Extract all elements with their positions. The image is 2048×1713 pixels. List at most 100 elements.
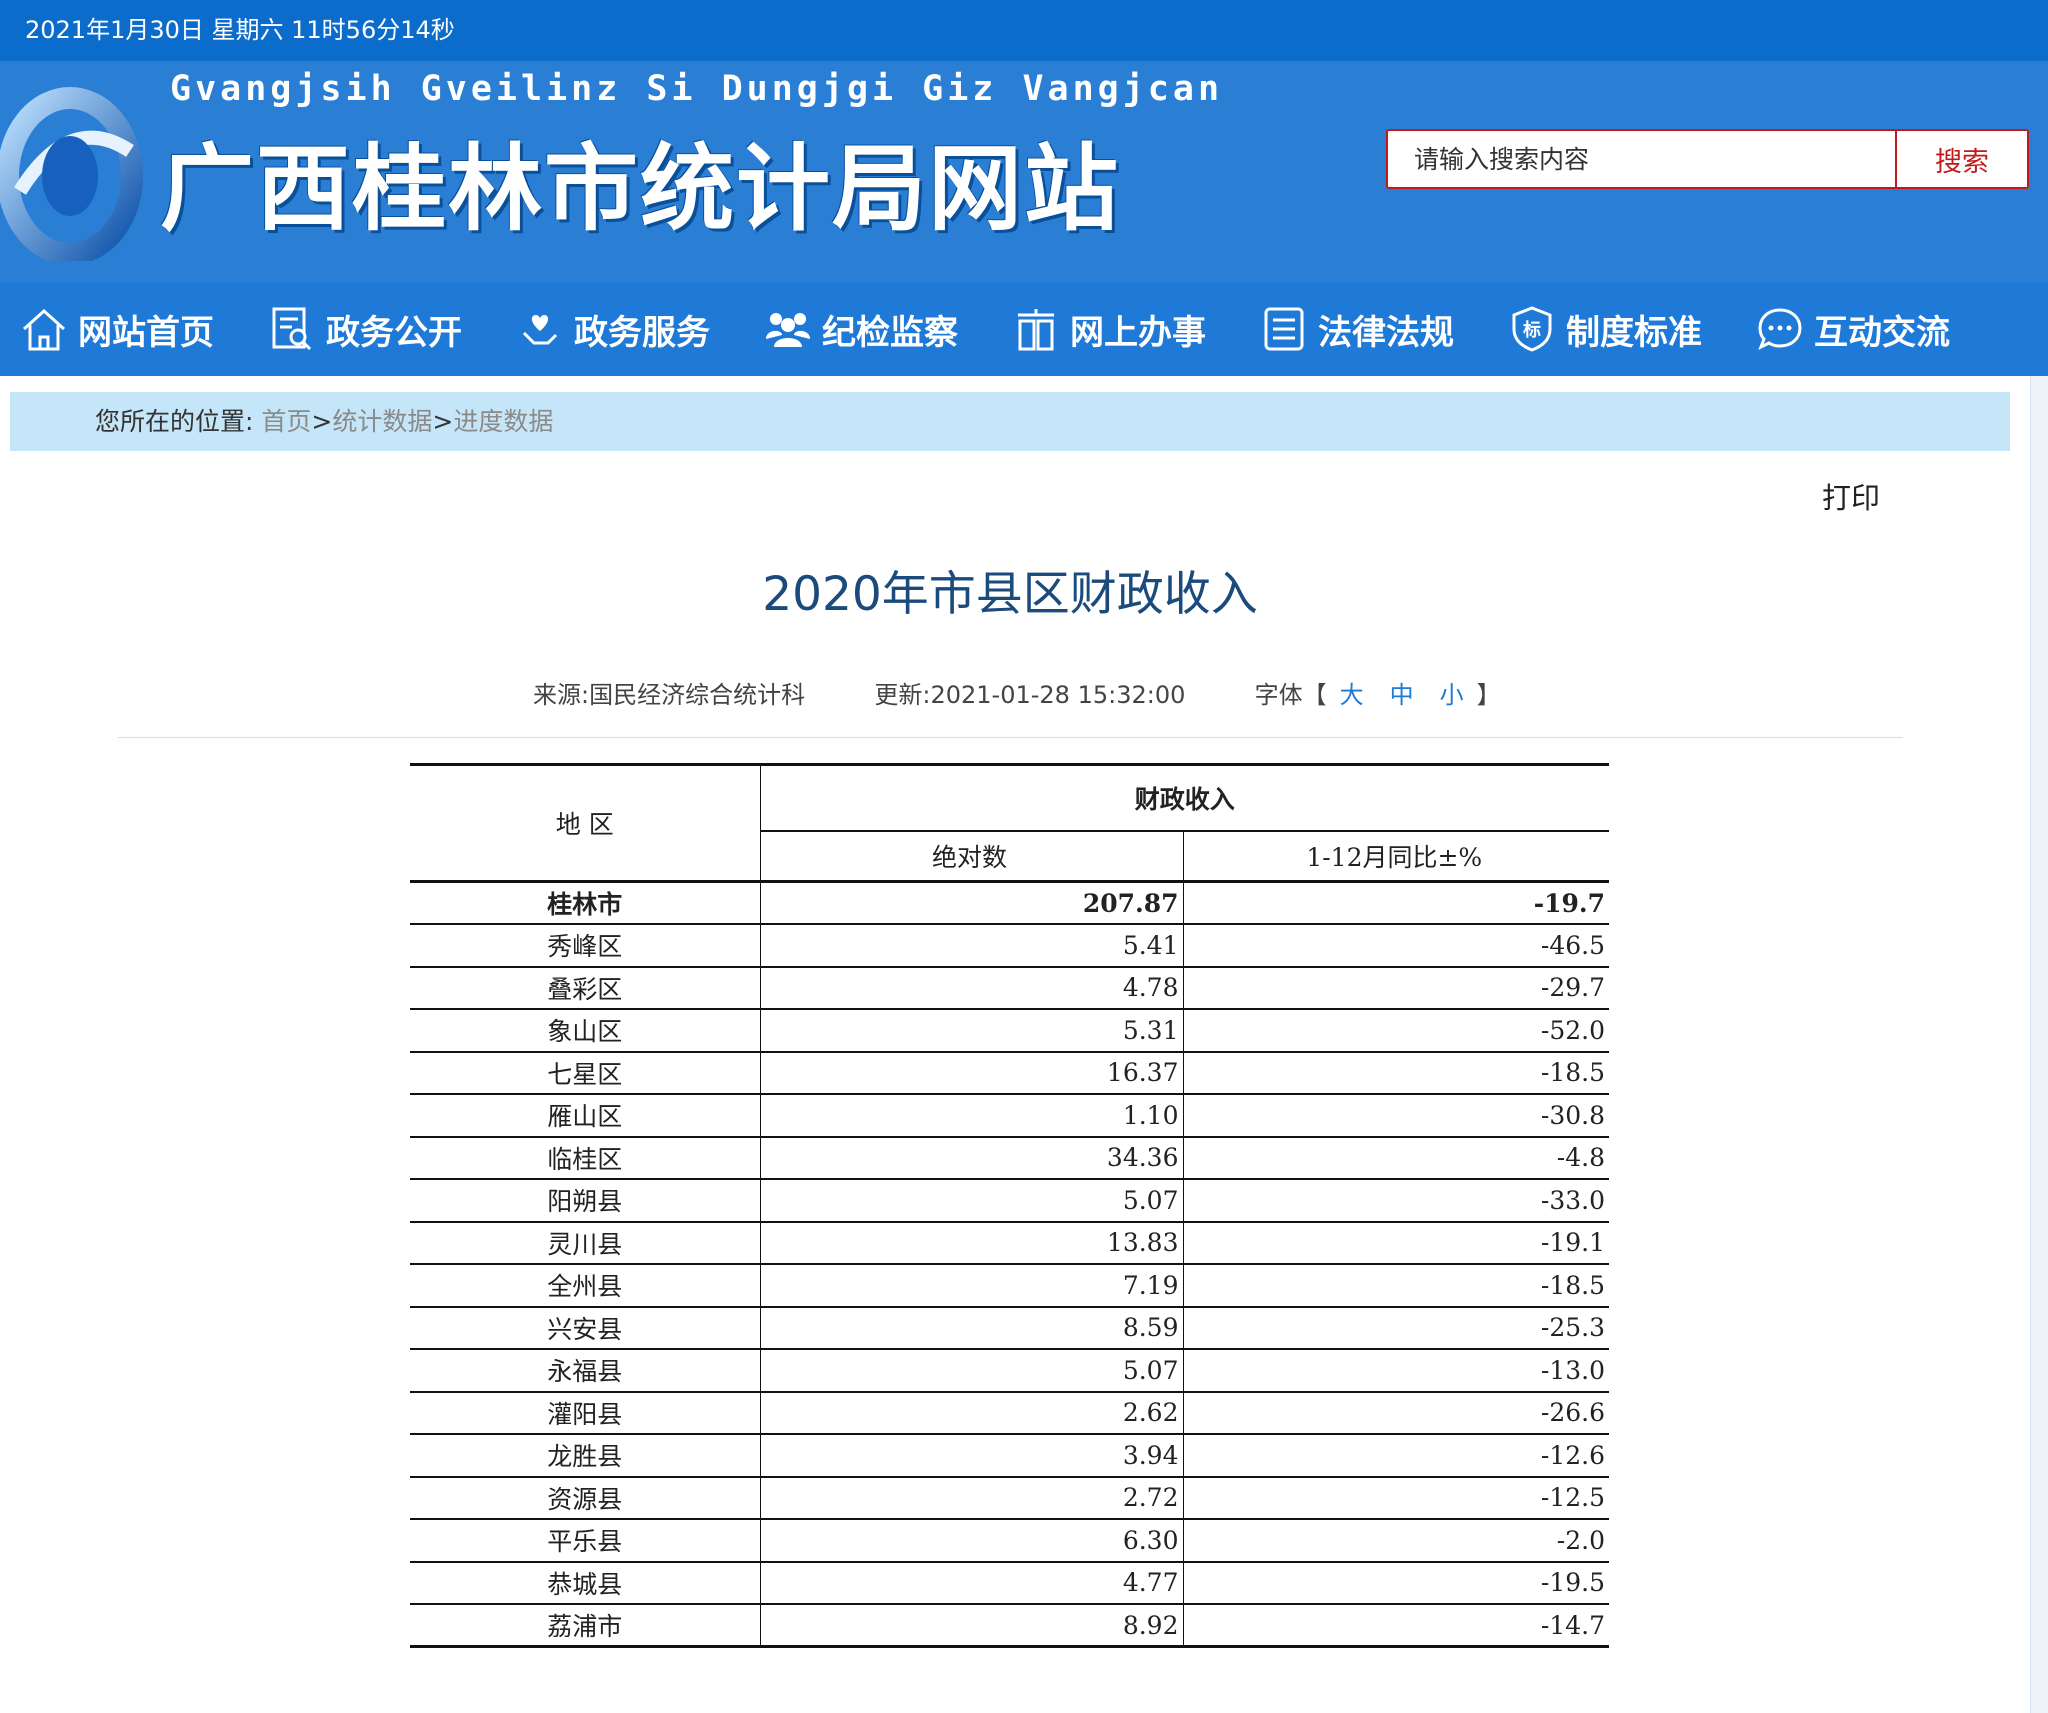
absolute-value-cell: 8.59: [760, 1305, 1184, 1349]
absolute-value-cell: 5.07: [760, 1348, 1184, 1392]
search-button[interactable]: 搜索: [1895, 131, 2027, 187]
hand-heart-icon: [514, 303, 566, 355]
table-row: 全州县 7.19 -18.5: [410, 1263, 1609, 1307]
region-cell: 资源县: [410, 1475, 761, 1519]
region-cell: 秀峰区: [410, 923, 761, 967]
nav-item-laws-regulations[interactable]: 法律法规: [1258, 282, 1454, 376]
people-icon: [762, 303, 814, 355]
site-logo-icon[interactable]: [0, 81, 150, 265]
region-cell: 七星区: [410, 1050, 761, 1094]
table-row: 雁山区 1.10 -30.8: [410, 1093, 1609, 1137]
absolute-value-cell: 5.31: [760, 1008, 1184, 1052]
yoy-change-cell: -33.0: [1183, 1178, 1609, 1222]
region-cell: 象山区: [410, 1008, 761, 1052]
region-cell: 阳朔县: [410, 1178, 761, 1222]
table-row: 灵川县 13.83 -19.1: [410, 1220, 1609, 1264]
absolute-value-cell: 3.94: [760, 1433, 1184, 1477]
nav-item-government-affairs[interactable]: 政务公开: [266, 282, 462, 376]
table-row: 桂林市 207.87 -19.7: [410, 880, 1609, 924]
region-cell: 全州县: [410, 1263, 761, 1307]
yoy-change-cell: -19.5: [1183, 1560, 1609, 1604]
page-scrollbar[interactable]: [2030, 376, 2048, 1713]
breadcrumb-item-home[interactable]: 首页: [261, 407, 311, 436]
article-meta: 来源:国民经济综合统计科 更新:2021-01-28 15:32:00 字体【大…: [533, 675, 1501, 710]
yoy-change-cell: -52.0: [1183, 1008, 1609, 1052]
region-cell: 雁山区: [410, 1093, 761, 1137]
yoy-change-cell: -29.7: [1183, 965, 1609, 1009]
region-cell: 平乐县: [410, 1518, 761, 1562]
absolute-value-cell: 5.41: [760, 923, 1184, 967]
breadcrumb-item-statistics[interactable]: 统计数据: [332, 407, 432, 436]
breadcrumb: 您所在的位置: 首页>统计数据>进度数据: [10, 392, 2010, 451]
svg-text:标: 标: [1522, 319, 1541, 341]
region-cell: 叠彩区: [410, 965, 761, 1009]
region-cell: 兴安县: [410, 1305, 761, 1349]
article-updated: 更新:2021-01-28 15:32:00: [874, 681, 1186, 709]
yoy-change-cell: -30.8: [1183, 1093, 1609, 1137]
print-button[interactable]: 打印: [1822, 475, 1880, 517]
yoy-change-cell: -25.3: [1183, 1305, 1609, 1349]
table-row: 平乐县 6.30 -2.0: [410, 1518, 1609, 1562]
table-row: 龙胜县 3.94 -12.6: [410, 1433, 1609, 1477]
yoy-change-cell: -46.5: [1183, 923, 1609, 967]
nav-label: 政务公开: [326, 312, 462, 353]
breadcrumb-separator: >: [432, 407, 454, 436]
yoy-change-cell: -19.7: [1183, 880, 1609, 924]
nav-label: 网上办事: [1070, 312, 1206, 353]
region-cell: 灌阳县: [410, 1390, 761, 1434]
region-cell: 恭城县: [410, 1560, 761, 1604]
nav-label: 制度标准: [1566, 312, 1702, 353]
font-size-large-link[interactable]: 大: [1340, 681, 1364, 709]
yoy-change-cell: -18.5: [1183, 1263, 1609, 1307]
absolute-value-cell: 8.92: [760, 1603, 1184, 1648]
absolute-value-cell: 4.77: [760, 1560, 1184, 1604]
breadcrumb-item-progress-data[interactable]: 进度数据: [453, 407, 553, 436]
nav-item-government-services[interactable]: 政务服务: [514, 282, 710, 376]
yoy-change-cell: -2.0: [1183, 1518, 1609, 1562]
search-input[interactable]: [1388, 131, 1895, 187]
absolute-value-cell: 34.36: [760, 1135, 1184, 1179]
search-box: 搜索: [1386, 129, 2029, 189]
site-header: Gvangjsih Gveilinz Si Dungjgi Giz Vangjc…: [0, 61, 2048, 282]
table-row: 七星区 16.37 -18.5: [410, 1050, 1609, 1094]
chat-icon: [1754, 303, 1806, 355]
nav-item-online-services[interactable]: 网上办事: [1010, 282, 1206, 376]
nav-item-home[interactable]: 网站首页: [18, 282, 214, 376]
nav-item-discipline-inspection[interactable]: 纪检监察: [762, 282, 958, 376]
article-source: 来源:国民经济综合统计科: [533, 681, 806, 709]
office-icon: [1010, 303, 1062, 355]
region-cell: 桂林市: [410, 880, 761, 924]
table-row: 灌阳县 2.62 -26.6: [410, 1390, 1609, 1434]
table-row: 恭城县 4.77 -19.5: [410, 1560, 1609, 1604]
date-time-bar: 2021年1月30日 星期六 11时56分14秒: [0, 0, 2048, 61]
table-row: 荔浦市 8.92 -14.7: [410, 1603, 1609, 1648]
absolute-value-cell: 6.30: [760, 1518, 1184, 1562]
home-icon: [18, 303, 70, 355]
yoy-change-cell: -18.5: [1183, 1050, 1609, 1094]
absolute-value-cell: 207.87: [760, 880, 1184, 924]
font-size-label: 字体【: [1254, 681, 1327, 709]
header-absolute: 绝对数: [760, 829, 1184, 882]
header-region: 地 区: [410, 763, 761, 882]
region-cell: 灵川县: [410, 1220, 761, 1264]
absolute-value-cell: 7.19: [760, 1263, 1184, 1307]
region-cell: 荔浦市: [410, 1603, 761, 1648]
nav-label: 纪检监察: [822, 312, 958, 353]
absolute-value-cell: 4.78: [760, 965, 1184, 1009]
nav-item-standards[interactable]: 标 制度标准: [1506, 282, 1702, 376]
nav-item-interaction[interactable]: 互动交流: [1754, 282, 1950, 376]
shield-icon: 标: [1506, 303, 1558, 355]
table-header-row: 地 区 财政收入: [410, 763, 1609, 882]
region-cell: 永福县: [410, 1348, 761, 1392]
fiscal-revenue-table: 地 区 财政收入 绝对数 1-12月同比±% 桂林市 207.87 -19.7 秀峰区…: [410, 763, 1609, 1648]
font-size-medium-link[interactable]: 中: [1390, 681, 1414, 709]
yoy-change-cell: -4.8: [1183, 1135, 1609, 1179]
main-nav: 网站首页 政务公开 政务服务 纪检监察 网上办事 法律法规 标 制度标准 互动交…: [0, 282, 2048, 376]
yoy-change-cell: -13.0: [1183, 1348, 1609, 1392]
yoy-change-cell: -12.6: [1183, 1433, 1609, 1477]
nav-label: 政务服务: [574, 312, 710, 353]
font-size-small-link[interactable]: 小: [1440, 681, 1464, 709]
list-icon: [1258, 303, 1310, 355]
nav-label: 法律法规: [1318, 312, 1454, 353]
font-size-close: 】: [1476, 681, 1501, 709]
